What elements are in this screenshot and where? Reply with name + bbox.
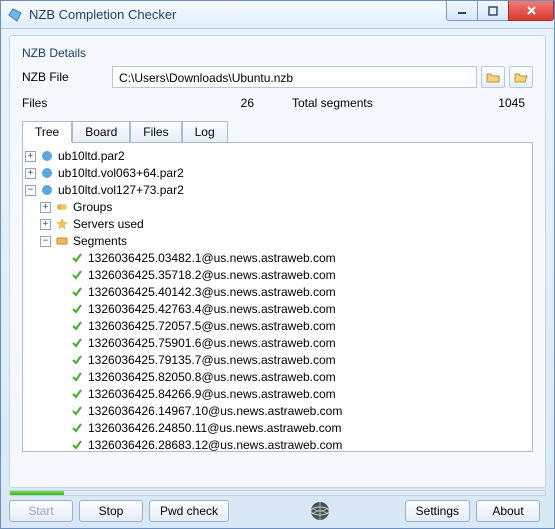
tree-node-segment[interactable]: 1326036425.35718.2@us.news.astraweb.com (25, 267, 530, 283)
segment-label: 1326036425.75901.6@us.news.astraweb.com (88, 336, 336, 350)
about-button[interactable]: About (476, 500, 540, 522)
tree-view[interactable]: + ub10ltd.par2 + ub10ltd.vol063+64.par2 … (22, 142, 533, 452)
details-group-label: NZB Details (22, 46, 533, 60)
files-count: 26 (241, 96, 254, 110)
expand-toggle[interactable]: + (40, 202, 51, 213)
app-window: NZB Completion Checker NZB Details NZB F… (0, 0, 555, 529)
browse-button[interactable] (481, 66, 505, 88)
tree-node-segment[interactable]: 1326036426.24850.11@us.news.astraweb.com (25, 420, 530, 436)
node-label: Servers used (73, 217, 144, 231)
settings-button[interactable]: Settings (405, 500, 470, 522)
progress-fill (10, 491, 64, 495)
tree-node-servers[interactable]: + Servers used (25, 216, 530, 232)
tree-node-segment[interactable]: 1326036425.40142.3@us.news.astraweb.com (25, 284, 530, 300)
segment-label: 1326036425.03482.1@us.news.astraweb.com (88, 251, 336, 265)
tree-node-segment[interactable]: 1326036425.82050.8@us.news.astraweb.com (25, 369, 530, 385)
folder-open-icon (514, 71, 528, 83)
collapse-toggle[interactable]: − (25, 185, 36, 196)
node-label: Groups (73, 200, 112, 214)
segment-label: 1326036425.40142.3@us.news.astraweb.com (88, 285, 336, 299)
tree-node-segments[interactable]: − Segments (25, 233, 530, 249)
node-label: Segments (73, 234, 127, 248)
check-icon (70, 421, 84, 435)
tree-node-segment[interactable]: 1326036425.79135.7@us.news.astraweb.com (25, 352, 530, 368)
titlebar: NZB Completion Checker (1, 1, 554, 29)
tree-node-file[interactable]: + ub10ltd.vol063+64.par2 (25, 165, 530, 181)
window-title: NZB Completion Checker (29, 7, 176, 22)
tab-log[interactable]: Log (182, 121, 228, 143)
window-controls (447, 1, 554, 21)
node-label: ub10ltd.par2 (58, 149, 125, 163)
segment-label: 1326036426.14967.10@us.news.astraweb.com (88, 404, 342, 418)
folder-icon (486, 71, 500, 83)
segments-count: 1045 (498, 96, 525, 110)
stop-button[interactable]: Stop (79, 500, 143, 522)
tab-board[interactable]: Board (72, 121, 130, 143)
check-icon (70, 404, 84, 418)
segments-icon (55, 234, 69, 248)
group-icon (55, 200, 69, 214)
segment-label: 1326036426.24850.11@us.news.astraweb.com (88, 421, 341, 435)
tree-node-segment[interactable]: 1326036425.03482.1@us.news.astraweb.com (25, 250, 530, 266)
node-label: ub10ltd.vol063+64.par2 (58, 166, 184, 180)
minimize-button[interactable] (446, 1, 478, 21)
progress-bar (9, 490, 546, 496)
check-icon (70, 268, 84, 282)
check-icon (70, 302, 84, 316)
check-icon (70, 353, 84, 367)
tree-node-segment[interactable]: 1326036426.14967.10@us.news.astraweb.com (25, 403, 530, 419)
nzb-file-label: NZB File (22, 70, 112, 84)
star-icon (55, 217, 69, 231)
check-icon (70, 370, 84, 384)
segment-label: 1326036426.28683.12@us.news.astraweb.com (88, 438, 342, 452)
segment-label: 1326036425.35718.2@us.news.astraweb.com (88, 268, 336, 282)
bottom-toolbar: Start Stop Pwd check Settings About (9, 500, 546, 522)
file-status-icon (40, 166, 54, 180)
globe-icon (309, 500, 331, 522)
tree-node-segment[interactable]: 1326036426.28683.12@us.news.astraweb.com (25, 437, 530, 452)
check-icon (70, 319, 84, 333)
tree-node-groups[interactable]: + Groups (25, 199, 530, 215)
segment-label: 1326036425.79135.7@us.news.astraweb.com (88, 353, 336, 367)
segment-label: 1326036425.84266.9@us.news.astraweb.com (88, 387, 336, 401)
tree-node-segment[interactable]: 1326036425.72057.5@us.news.astraweb.com (25, 318, 530, 334)
segment-label: 1326036425.42763.4@us.news.astraweb.com (88, 302, 336, 316)
app-icon (7, 7, 23, 23)
content-area: NZB Details NZB File C:\Users\Downloads\… (9, 35, 546, 488)
collapse-toggle[interactable]: − (40, 236, 51, 247)
check-icon (70, 285, 84, 299)
tree-node-segment[interactable]: 1326036425.42763.4@us.news.astraweb.com (25, 301, 530, 317)
segment-label: 1326036425.82050.8@us.news.astraweb.com (88, 370, 336, 384)
expand-toggle[interactable]: + (40, 219, 51, 230)
files-label: Files (22, 96, 47, 110)
check-icon (70, 438, 84, 452)
tree-node-segment[interactable]: 1326036425.75901.6@us.news.astraweb.com (25, 335, 530, 351)
tree-node-segment[interactable]: 1326036425.84266.9@us.news.astraweb.com (25, 386, 530, 402)
file-status-icon (40, 183, 54, 197)
node-label: ub10ltd.vol127+73.par2 (58, 183, 184, 197)
tabstrip: Tree Board Files Log (22, 120, 533, 142)
tab-tree[interactable]: Tree (22, 121, 72, 143)
file-status-icon (40, 149, 54, 163)
close-button[interactable] (508, 1, 554, 21)
open-button[interactable] (509, 66, 533, 88)
segment-label: 1326036425.72057.5@us.news.astraweb.com (88, 319, 336, 333)
tab-files[interactable]: Files (130, 121, 181, 143)
pwd-check-button[interactable]: Pwd check (149, 500, 229, 522)
start-button[interactable]: Start (9, 500, 73, 522)
tree-node-file[interactable]: − ub10ltd.vol127+73.par2 (25, 182, 530, 198)
check-icon (70, 387, 84, 401)
nzb-file-input[interactable]: C:\Users\Downloads\Ubuntu.nzb (112, 66, 477, 88)
check-icon (70, 251, 84, 265)
maximize-button[interactable] (477, 1, 509, 21)
check-icon (70, 336, 84, 350)
tree-node-file[interactable]: + ub10ltd.par2 (25, 148, 530, 164)
expand-toggle[interactable]: + (25, 168, 36, 179)
segments-label: Total segments (292, 96, 373, 110)
expand-toggle[interactable]: + (25, 151, 36, 162)
